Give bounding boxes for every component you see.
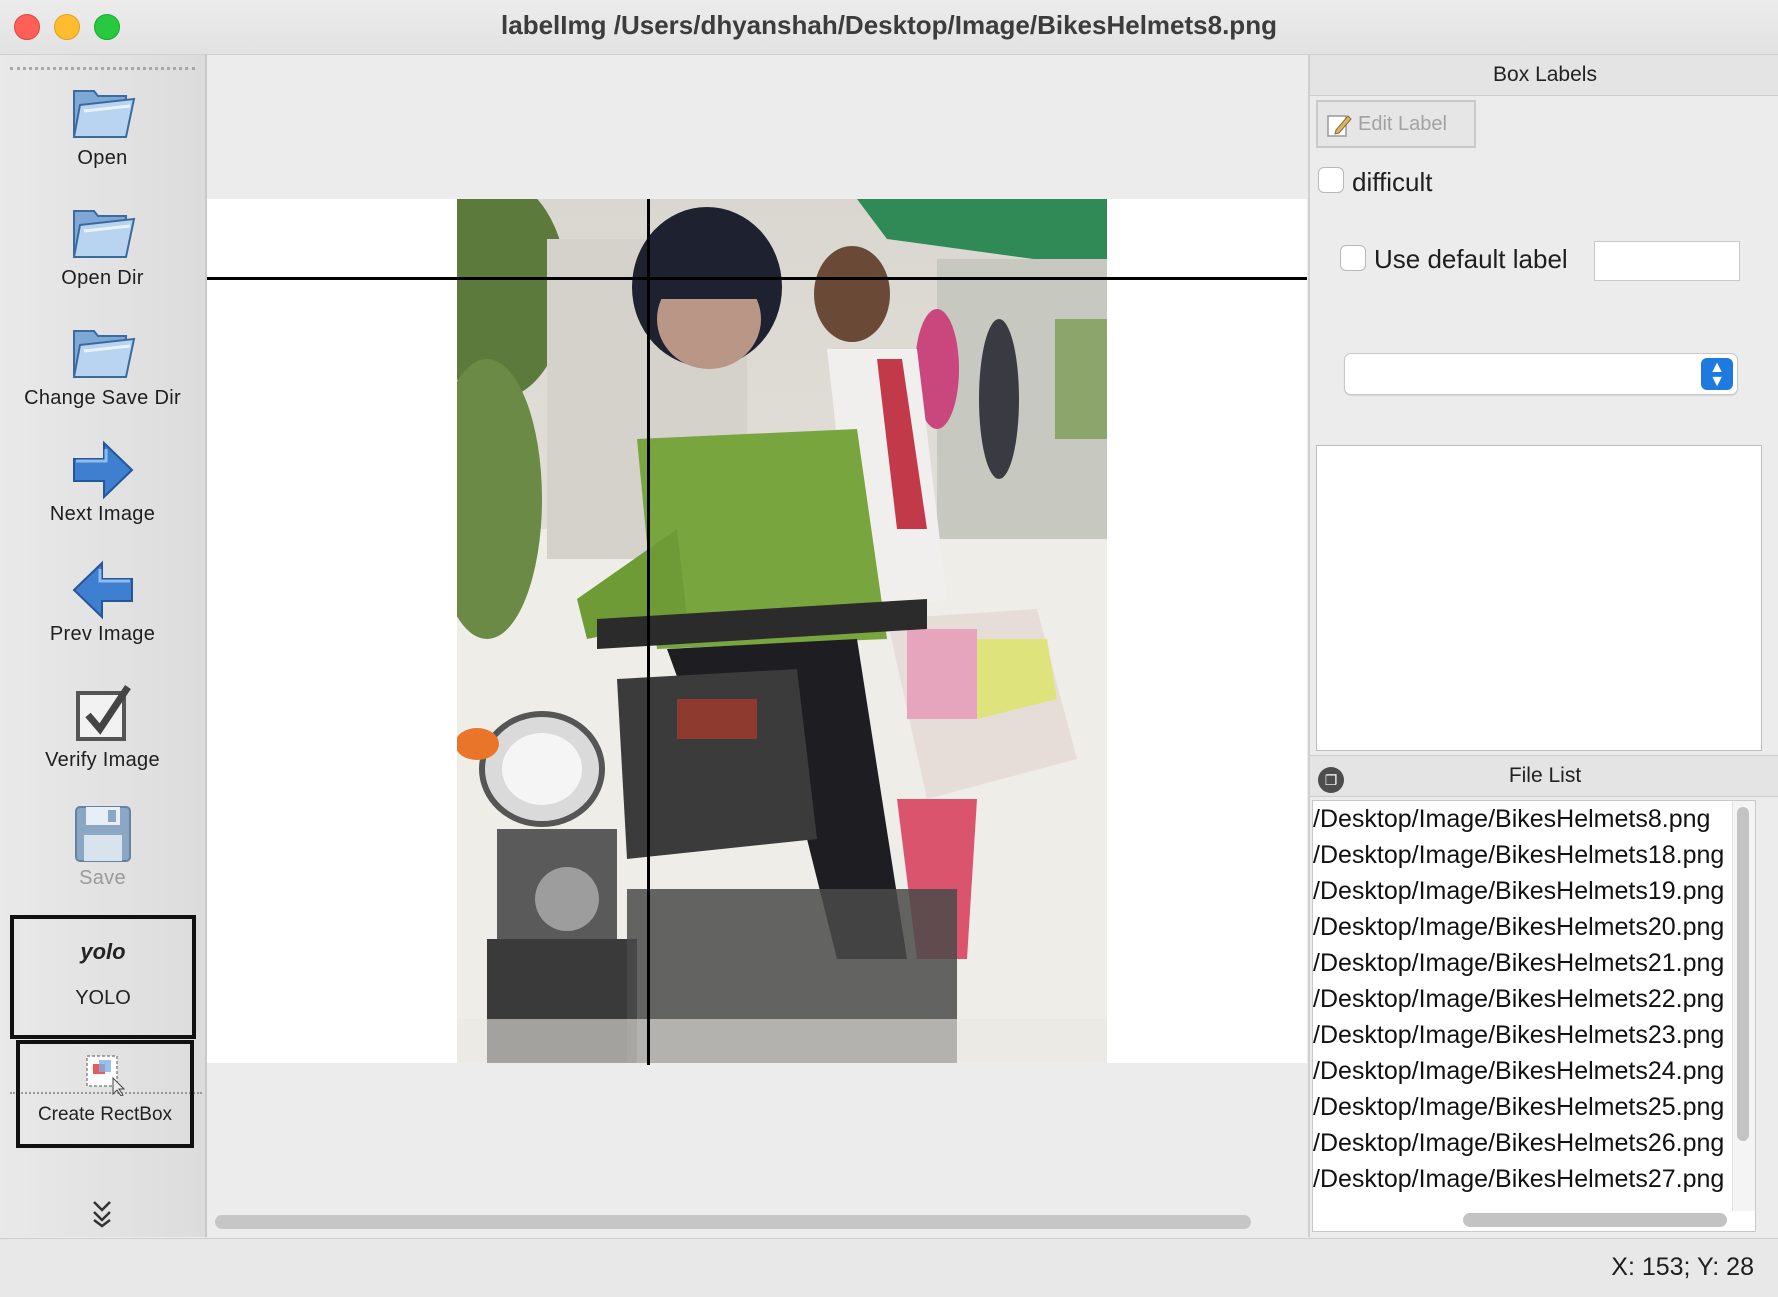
file-list-item[interactable]: /Desktop/Image/BikesHelmets25.png [1313, 1089, 1755, 1125]
open-dir-button[interactable]: Open Dir [0, 197, 205, 290]
photo-image [457, 199, 1107, 1063]
rectbox-icon [86, 1055, 126, 1096]
file-list-item[interactable]: /Desktop/Image/BikesHelmets24.png [1313, 1053, 1755, 1089]
file-list-vertical-scrollbar[interactable] [1732, 801, 1755, 1211]
prev-image-label: Prev Image [49, 623, 156, 645]
file-list-item[interactable]: /Desktop/Image/BikesHelmets21.png [1313, 945, 1755, 981]
crosshair-horizontal [207, 277, 1307, 280]
folder-icon [72, 90, 135, 138]
change-save-dir-button[interactable]: Change Save Dir [0, 317, 205, 410]
file-list-item[interactable]: /Desktop/Image/BikesHelmets22.png [1313, 981, 1755, 1017]
change-save-dir-label: Change Save Dir [24, 387, 181, 409]
file-list[interactable]: /Desktop/Image/BikesHelmets8.png/Desktop… [1312, 800, 1756, 1232]
cursor-coordinates: X: 153; Y: 28 [1611, 1253, 1754, 1281]
create-rectbox-label: Create RectBox [37, 1104, 173, 1125]
file-list-items: /Desktop/Image/BikesHelmets8.png/Desktop… [1313, 801, 1755, 1197]
chevron-up-down-icon: ▲ ▼ [1701, 358, 1733, 390]
format-yolo-button[interactable]: yolo YOLO [10, 915, 196, 1039]
file-list-item[interactable]: /Desktop/Image/BikesHelmets20.png [1313, 909, 1755, 945]
default-label-input[interactable] [1594, 241, 1740, 281]
verify-image-button[interactable]: Verify Image [0, 679, 205, 772]
yolo-badge: yolo [80, 939, 126, 964]
use-default-label-text: Use default label [1374, 244, 1568, 274]
folder-icon [72, 330, 135, 378]
title-bar: labelImg /Users/dhyanshah/Desktop/Image/… [0, 0, 1778, 55]
file-list-item[interactable]: /Desktop/Image/BikesHelmets27.png [1313, 1161, 1755, 1197]
next-image-button[interactable]: Next Image [0, 437, 205, 526]
checkbox-icon [75, 685, 131, 741]
open-dir-label: Open Dir [61, 267, 144, 289]
file-list-header: File List [1310, 755, 1778, 797]
file-list-item[interactable]: /Desktop/Image/BikesHelmets26.png [1313, 1125, 1755, 1161]
difficult-checkbox[interactable] [1318, 167, 1344, 193]
label-select[interactable]: ▲ ▼ [1344, 353, 1738, 395]
create-rectbox-button[interactable]: Create RectBox [16, 1040, 194, 1148]
toolbar-overflow-icon[interactable] [90, 1198, 114, 1235]
right-dock: Box Labels Edit Label difficult Use defa… [1308, 55, 1778, 1237]
next-image-label: Next Image [49, 503, 156, 525]
file-list-item[interactable]: /Desktop/Image/BikesHelmets23.png [1313, 1017, 1755, 1053]
edit-label-button[interactable]: Edit Label [1316, 100, 1476, 148]
toolbar: Open Open Dir Change Save Dir Next Image… [0, 55, 207, 1237]
yolo-label: YOLO [75, 987, 131, 1009]
file-list-item[interactable]: /Desktop/Image/BikesHelmets19.png [1313, 873, 1755, 909]
canvas-horizontal-scrollbar[interactable] [215, 1215, 1251, 1229]
save-button[interactable]: Save [0, 801, 205, 890]
open-button[interactable]: Open [0, 77, 205, 170]
status-bar: X: 153; Y: 28 [0, 1238, 1778, 1297]
floppy-icon [74, 806, 131, 862]
prev-image-button[interactable]: Prev Image [0, 557, 205, 646]
toolbar-grip[interactable] [10, 67, 195, 70]
save-label: Save [79, 867, 126, 889]
window-title: labelImg /Users/dhyanshah/Desktop/Image/… [501, 10, 1277, 40]
use-default-label-checkbox[interactable] [1340, 245, 1366, 271]
label-list[interactable] [1316, 445, 1762, 751]
difficult-label: difficult [1352, 167, 1433, 197]
float-dock-icon[interactable]: ❐ [1318, 767, 1344, 793]
arrow-right-icon [72, 440, 133, 500]
scrollbar-thumb[interactable] [1737, 807, 1749, 1141]
file-list-item[interactable]: /Desktop/Image/BikesHelmets18.png [1313, 837, 1755, 873]
open-label: Open [77, 147, 128, 169]
file-list-item[interactable]: /Desktop/Image/BikesHelmets8.png [1313, 801, 1755, 837]
file-list-horizontal-scrollbar[interactable] [1463, 1213, 1727, 1227]
box-labels-header: Box Labels [1310, 55, 1778, 96]
pencil-icon [1327, 115, 1352, 137]
image-canvas[interactable] [207, 55, 1307, 1237]
edit-label-text: Edit Label [1358, 113, 1447, 135]
folder-icon [72, 210, 135, 258]
arrow-left-icon [72, 560, 133, 620]
crosshair-vertical [647, 199, 650, 1065]
verify-image-label: Verify Image [45, 749, 160, 771]
